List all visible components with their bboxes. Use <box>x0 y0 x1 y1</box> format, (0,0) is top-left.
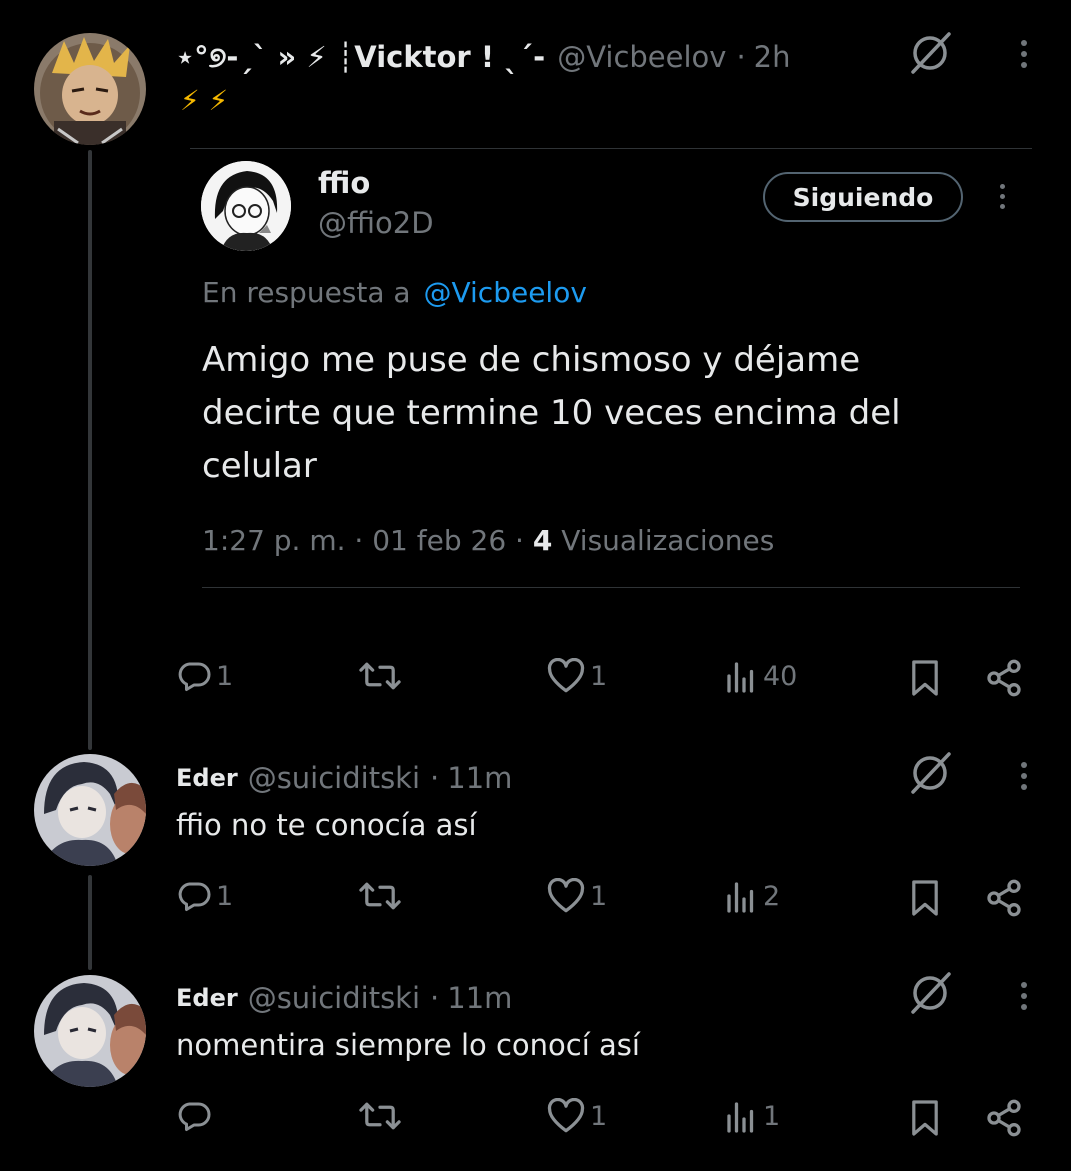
like-count: 1 <box>590 1100 608 1132</box>
display-name[interactable]: ⋆°୭-ˏˋ » ⚡ ┊Vicktor ! ˎˊ- <box>176 40 545 75</box>
retweet-button[interactable] <box>358 1098 406 1134</box>
more-options-button[interactable] <box>1020 982 1028 1010</box>
quoted-meta: 1:27 p. m. · 01 feb 26 · 4 Visualizacion… <box>202 524 774 557</box>
reply-prefix: En respuesta a <box>202 276 411 309</box>
share-icon <box>987 659 1021 697</box>
thread-line <box>88 150 92 750</box>
reply-text: ffio no te conocía así <box>176 808 477 842</box>
like-button[interactable]: 1 <box>546 658 607 694</box>
reply-bubble-icon <box>178 662 211 691</box>
reply-header: Eder @suiciditski · 11m <box>176 978 512 1018</box>
like-button[interactable]: 1 <box>546 878 607 914</box>
slashed-circle-icon <box>911 752 951 794</box>
retweet-button[interactable] <box>358 658 406 694</box>
quoted-text-line: celular <box>202 446 317 486</box>
share-icon <box>987 1099 1021 1137</box>
heart-icon <box>547 658 585 693</box>
quoted-more-options-button[interactable] <box>998 184 1006 209</box>
reply-header: Eder @suiciditski · 11m <box>176 758 512 798</box>
heart-icon <box>547 1098 585 1133</box>
share-button[interactable] <box>984 878 1024 918</box>
like-button[interactable]: 1 <box>546 1098 607 1134</box>
retweet-icon <box>359 662 401 690</box>
slashed-circle-icon <box>911 972 951 1014</box>
bookmark-button[interactable] <box>909 878 941 918</box>
retweet-icon <box>359 882 401 910</box>
quoted-text-line: Amigo me puse de chismoso y déjame <box>202 340 861 380</box>
reply-count: 1 <box>216 880 234 912</box>
bookmark-button[interactable] <box>909 658 941 698</box>
following-button[interactable]: Siguiendo <box>763 172 963 222</box>
avatar[interactable] <box>34 975 146 1087</box>
avatar[interactable] <box>34 754 146 866</box>
more-options-button[interactable] <box>1020 762 1028 790</box>
handle[interactable]: @suiciditski <box>248 981 420 1015</box>
separator: · <box>430 981 440 1015</box>
timestamp[interactable]: 2h <box>754 40 791 74</box>
grok-button[interactable] <box>905 28 955 78</box>
timestamp[interactable]: 11m <box>447 761 512 795</box>
separator: · <box>736 40 746 74</box>
share-icon <box>987 879 1021 917</box>
quoted-display-name[interactable]: ffio <box>318 166 370 200</box>
views-count: 2 <box>763 880 781 912</box>
heart-icon <box>547 878 585 913</box>
bar-chart-icon <box>727 662 754 693</box>
reply-bubble-icon <box>178 882 211 911</box>
views-button[interactable]: 1 <box>723 1098 780 1134</box>
reply-count: 1 <box>216 660 234 692</box>
retweet-button[interactable] <box>358 878 406 914</box>
views-count: 1 <box>763 1100 781 1132</box>
retweet-icon <box>359 1102 401 1130</box>
quoted-avatar[interactable] <box>201 161 291 251</box>
avatar[interactable] <box>34 33 146 145</box>
reply-button[interactable] <box>176 1098 216 1134</box>
bookmark-icon <box>912 880 938 916</box>
more-options-button[interactable] <box>1020 40 1028 68</box>
share-button[interactable] <box>984 658 1024 698</box>
views-button[interactable]: 2 <box>723 878 780 914</box>
separator: · <box>430 761 440 795</box>
views-count: 40 <box>763 660 798 692</box>
share-button[interactable] <box>984 1098 1024 1138</box>
bookmark-icon <box>912 1100 938 1136</box>
views-button[interactable]: 40 <box>723 658 797 694</box>
slashed-circle-icon <box>911 32 951 74</box>
display-name[interactable]: Eder <box>176 764 238 792</box>
reply-context: En respuesta a @Vicbeelov <box>202 276 587 309</box>
quoted-text: Amigo me puse de chismoso y déjame decir… <box>202 334 901 493</box>
handle[interactable]: @suiciditski <box>248 761 420 795</box>
timestamp[interactable]: 11m <box>447 981 512 1015</box>
bookmark-button[interactable] <box>909 1098 941 1138</box>
quoted-timestamp[interactable]: 1:27 p. m. · 01 feb 26 · <box>202 524 533 557</box>
display-name[interactable]: Eder <box>176 984 238 1012</box>
like-count: 1 <box>590 880 608 912</box>
tweet-text: ⚡ ⚡ <box>180 84 229 117</box>
quoted-text-line: decirte que termine 10 veces encima del <box>202 393 901 433</box>
divider <box>202 587 1020 588</box>
reply-button[interactable]: 1 <box>176 878 233 914</box>
bookmark-icon <box>912 660 938 696</box>
reply-text: nomentira siempre lo conocí así <box>176 1028 640 1062</box>
bar-chart-icon <box>727 1102 754 1133</box>
reply-to-link[interactable]: @Vicbeelov <box>423 276 586 309</box>
views-count: 4 <box>532 524 553 557</box>
handle[interactable]: @Vicbeelov <box>557 40 726 74</box>
thread-line <box>88 875 92 970</box>
reply-bubble-icon <box>178 1102 211 1131</box>
quoted-handle[interactable]: @ffio2D <box>318 206 434 240</box>
reply-button[interactable]: 1 <box>176 658 233 694</box>
views-label: Visualizaciones <box>552 524 775 557</box>
grok-button[interactable] <box>905 968 955 1018</box>
grok-button[interactable] <box>905 748 955 798</box>
like-count: 1 <box>590 660 608 692</box>
bar-chart-icon <box>727 882 754 913</box>
tweet-header: ⋆°୭-ˏˋ » ⚡ ┊Vicktor ! ˎˊ- @Vicbeelov · 2… <box>176 36 791 78</box>
